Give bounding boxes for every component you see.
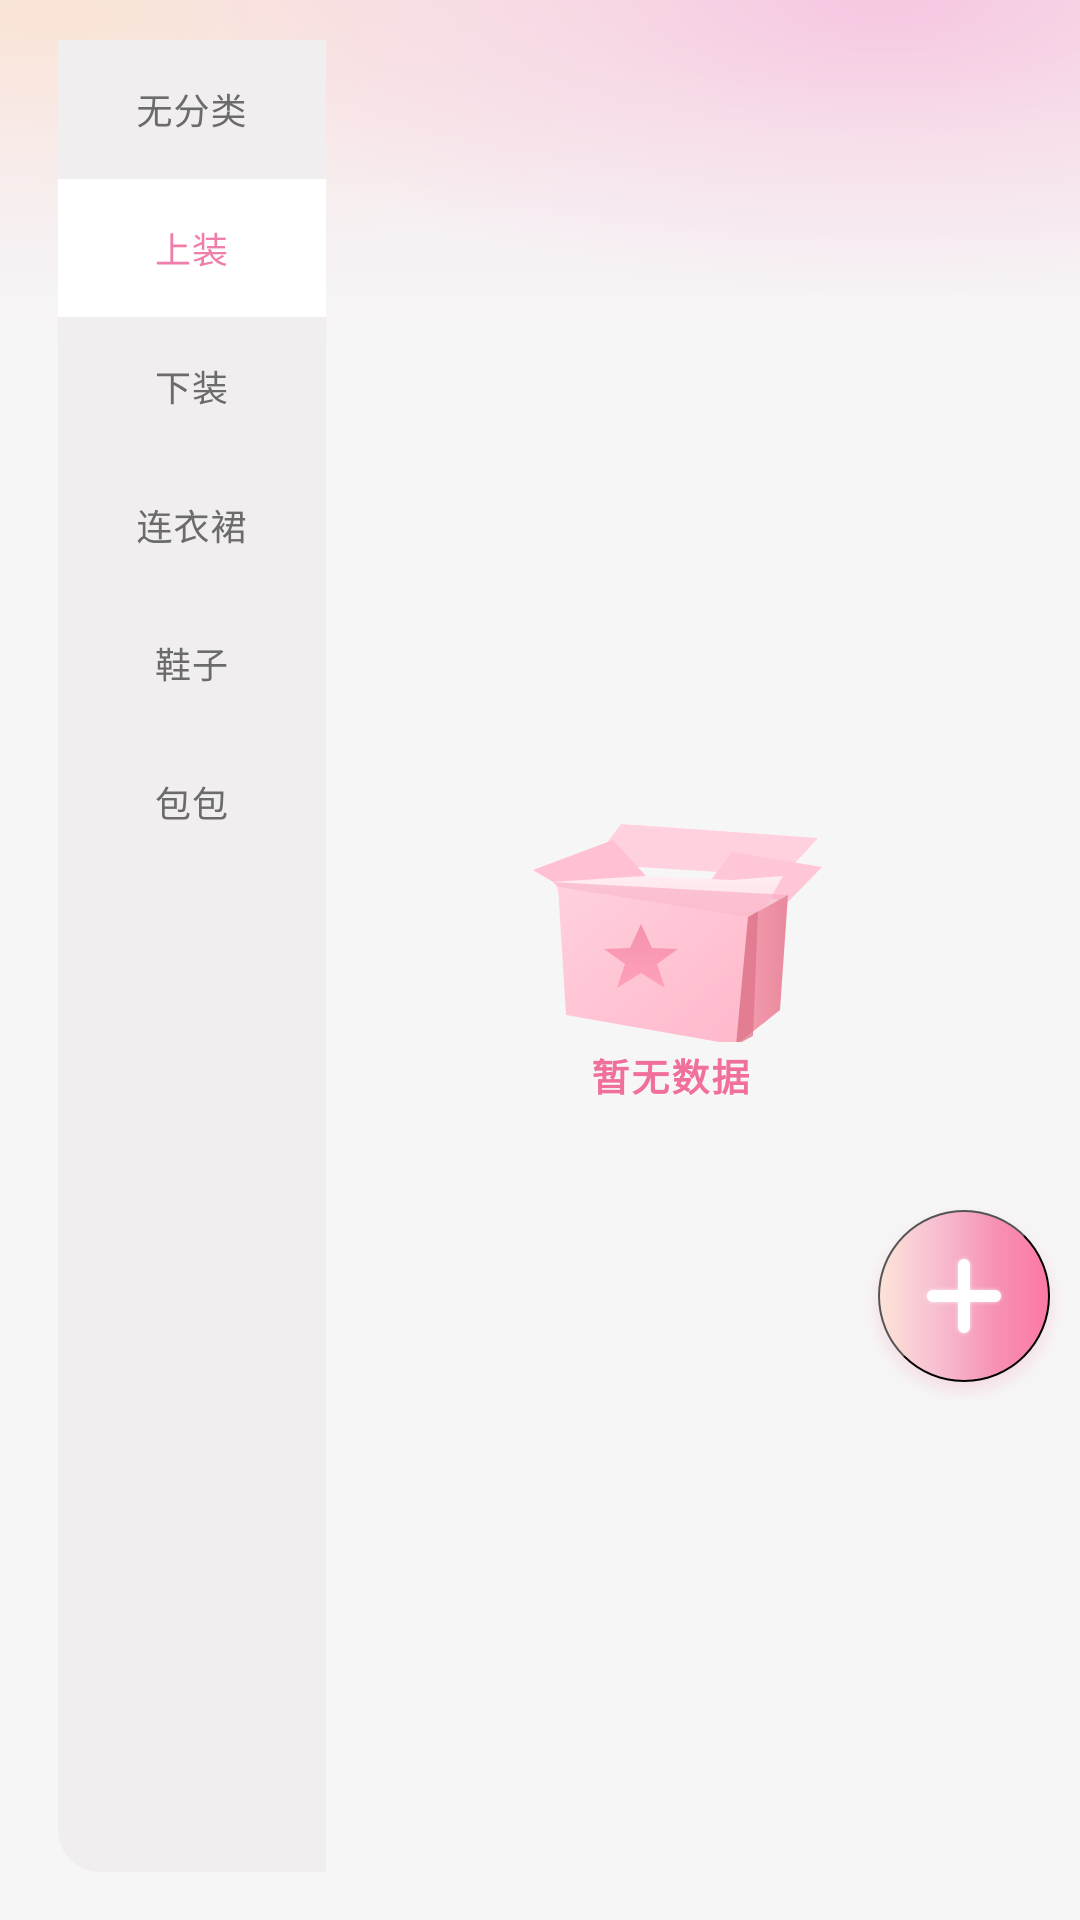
sidebar-item-label: 包包 — [154, 785, 229, 826]
sidebar-item-label: 连衣裙 — [136, 508, 248, 549]
sidebar-item-bags[interactable]: 包包 — [58, 733, 326, 871]
plus-icon — [927, 1259, 1001, 1333]
sidebar-item-label: 上装 — [154, 231, 229, 272]
wardrobe-page: 无分类 上装 下装 连衣裙 鞋子 包包 暂无数据 — [0, 0, 1080, 1920]
empty-state-text: 暂无数据 — [591, 1056, 752, 1100]
sidebar-item-dresses[interactable]: 连衣裙 — [58, 456, 326, 594]
sidebar-item-label: 鞋子 — [154, 646, 229, 687]
sidebar-item-label: 下装 — [154, 369, 229, 410]
empty-state: 暂无数据 — [518, 812, 828, 1102]
category-sidebar: 无分类 上装 下装 连衣裙 鞋子 包包 — [58, 40, 326, 1872]
sidebar-item-shoes[interactable]: 鞋子 — [58, 594, 326, 732]
add-button[interactable] — [878, 1210, 1050, 1382]
sidebar-item-label: 无分类 — [136, 92, 248, 133]
gift-box-icon — [533, 824, 822, 1042]
sidebar-item-tops[interactable]: 上装 — [58, 179, 326, 317]
sidebar-item-bottoms[interactable]: 下装 — [58, 317, 326, 455]
sidebar-item-uncategorized[interactable]: 无分类 — [58, 40, 326, 178]
